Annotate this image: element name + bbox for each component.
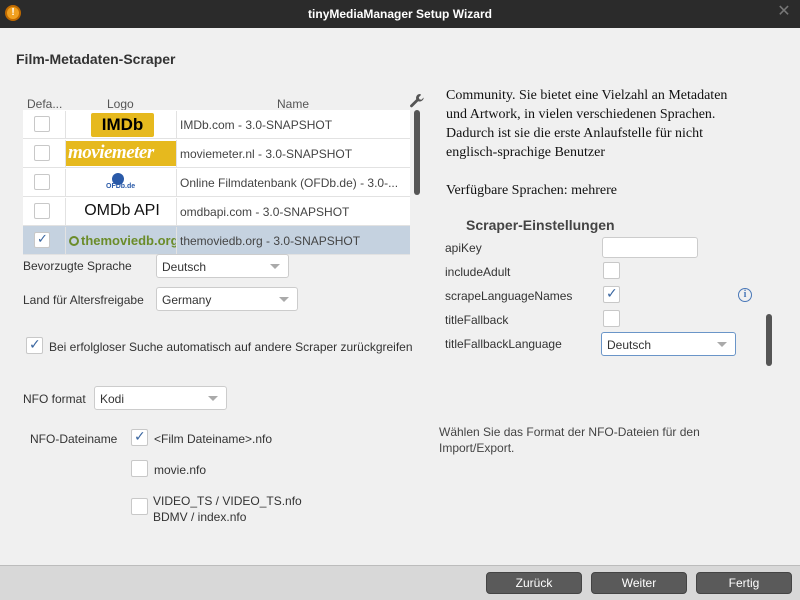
column-header-logo[interactable]: Logo (107, 97, 134, 111)
chevron-down-icon (208, 396, 218, 401)
language-select-value: Deutsch (162, 260, 207, 274)
ofdb-logo: OFDb.de (65, 169, 177, 196)
default-checkbox-moviemeter[interactable] (34, 145, 50, 161)
description-line: Community. Sie bietet eine Vielzahl an M… (446, 88, 728, 103)
api-key-label: apiKey (445, 241, 482, 255)
table-row-moviemeter[interactable]: moviemeter moviemeter.nl - 3.0-SNAPSHOT (23, 139, 410, 168)
wrench-icon[interactable] (409, 93, 427, 111)
scraper-table: Defa... Logo Name IMDb IMDb.com - 3.0-SN… (23, 93, 433, 273)
scraper-name-tmdb: themoviedb.org - 3.0-SNAPSHOT (180, 234, 361, 248)
wizard-footer: Zurück Weiter Fertig (0, 565, 800, 600)
description-line: Dadurch ist sie die erste Anlaufstelle f… (446, 126, 703, 141)
scrape-language-names-checkbox[interactable] (603, 285, 620, 303)
table-row-omdb[interactable]: OMDb API omdbapi.com - 3.0-SNAPSHOT (23, 197, 410, 226)
default-checkbox-ofdb[interactable] (34, 174, 50, 190)
page-title: Film-Metadaten-Scraper (16, 51, 176, 67)
window-title: tinyMediaManager Setup Wizard (308, 7, 492, 21)
next-button[interactable]: Weiter (591, 572, 687, 594)
title-bar: ! tinyMediaManager Setup Wizard ✕ (0, 0, 800, 28)
table-scrollbar[interactable] (414, 110, 420, 265)
default-checkbox-imdb[interactable] (34, 116, 50, 132)
api-key-input[interactable] (602, 237, 698, 258)
scraper-name-omdb: omdbapi.com - 3.0-SNAPSHOT (180, 205, 350, 219)
country-select-value: Germany (162, 293, 212, 307)
language-label: Bevorzugte Sprache (23, 259, 132, 273)
chevron-down-icon (279, 297, 289, 302)
include-adult-checkbox[interactable] (603, 262, 620, 279)
imdb-logo: IMDb (65, 111, 177, 138)
scraper-rows: IMDb IMDb.com - 3.0-SNAPSHOT moviemeter … (23, 110, 410, 265)
close-icon[interactable]: ✕ (776, 4, 792, 20)
nfo-format-hint: Wählen Sie das Format der NFO-Dateien fü… (439, 425, 700, 455)
settings-scrollbar[interactable] (766, 94, 772, 368)
language-select[interactable]: Deutsch (156, 254, 289, 278)
wizard-content: Film-Metadaten-Scraper Defa... Logo Name… (0, 28, 800, 565)
finish-button[interactable]: Fertig (696, 572, 792, 594)
title-fallback-checkbox[interactable] (603, 310, 620, 327)
nfo-option-label-filmname: <Film Dateiname>.nfo (154, 432, 273, 446)
column-header-name[interactable]: Name (277, 97, 309, 111)
nfo-format-value: Kodi (100, 392, 125, 406)
available-languages: Verfügbare Sprachen: mehrere (446, 183, 618, 198)
nfo-option-label-movie: movie.nfo (154, 463, 207, 477)
description-line: englisch-sprachige Benutzer (446, 145, 605, 160)
back-button[interactable]: Zurück (486, 572, 582, 594)
scraper-name-ofdb: Online Filmdatenbank (OFDb.de) - 3.0-... (180, 176, 399, 190)
column-header-default[interactable]: Defa... (27, 97, 62, 111)
chevron-down-icon (717, 342, 727, 347)
nfo-format-select[interactable]: Kodi (94, 386, 227, 410)
fallback-label: Bei erfolgloser Suche automatisch auf an… (49, 340, 413, 354)
chevron-down-icon (270, 264, 280, 269)
nfo-option-checkbox-movie[interactable] (131, 460, 148, 477)
nfo-format-label: NFO format (23, 392, 86, 406)
scrape-language-names-label: scrapeLanguageNames (445, 289, 573, 303)
info-icon[interactable]: i (738, 288, 752, 302)
scraper-settings-title: Scraper-Einstellungen (466, 217, 615, 233)
include-adult-label: includeAdult (445, 265, 511, 279)
title-fallback-language-value: Deutsch (607, 338, 652, 352)
fallback-checkbox[interactable] (26, 336, 43, 354)
country-select[interactable]: Germany (156, 287, 298, 311)
title-fallback-language-label: titleFallbackLanguage (445, 337, 562, 351)
description-line: und Artwork, in vielen verschiedenen Spr… (446, 107, 716, 122)
omdb-logo: OMDb API (65, 198, 177, 225)
scraper-name-moviemeter: moviemeter.nl - 3.0-SNAPSHOT (180, 147, 353, 161)
default-checkbox-omdb[interactable] (34, 203, 50, 219)
nfo-option-label-bdmv: BDMV / index.nfo (153, 510, 247, 524)
title-fallback-language-select[interactable]: Deutsch (601, 332, 736, 356)
scraper-description: Community. Sie bietet eine Vielzahl an M… (446, 86, 776, 200)
nfo-option-checkbox-filmname[interactable] (131, 428, 148, 446)
table-scrollbar-thumb[interactable] (414, 110, 420, 195)
default-checkbox-tmdb[interactable] (34, 231, 50, 248)
table-row-ofdb[interactable]: OFDb.de Online Filmdatenbank (OFDb.de) -… (23, 168, 410, 197)
tmdb-logo: themoviedb.org (65, 227, 177, 254)
nfo-option-checkbox-videots[interactable] (131, 498, 148, 515)
nfo-filename-label: NFO-Dateiname (30, 432, 118, 446)
settings-scrollbar-thumb[interactable] (766, 314, 772, 366)
moviemeter-logo: moviemeter (65, 140, 177, 167)
table-row-imdb[interactable]: IMDb IMDb.com - 3.0-SNAPSHOT (23, 110, 410, 139)
table-row-tmdb[interactable]: themoviedb.org themoviedb.org - 3.0-SNAP… (23, 226, 410, 255)
country-label: Land für Altersfreigabe (23, 293, 144, 307)
nfo-option-label-videots: VIDEO_TS / VIDEO_TS.nfo (153, 494, 302, 508)
title-fallback-label: titleFallback (445, 313, 509, 327)
scraper-name-imdb: IMDb.com - 3.0-SNAPSHOT (180, 118, 333, 132)
